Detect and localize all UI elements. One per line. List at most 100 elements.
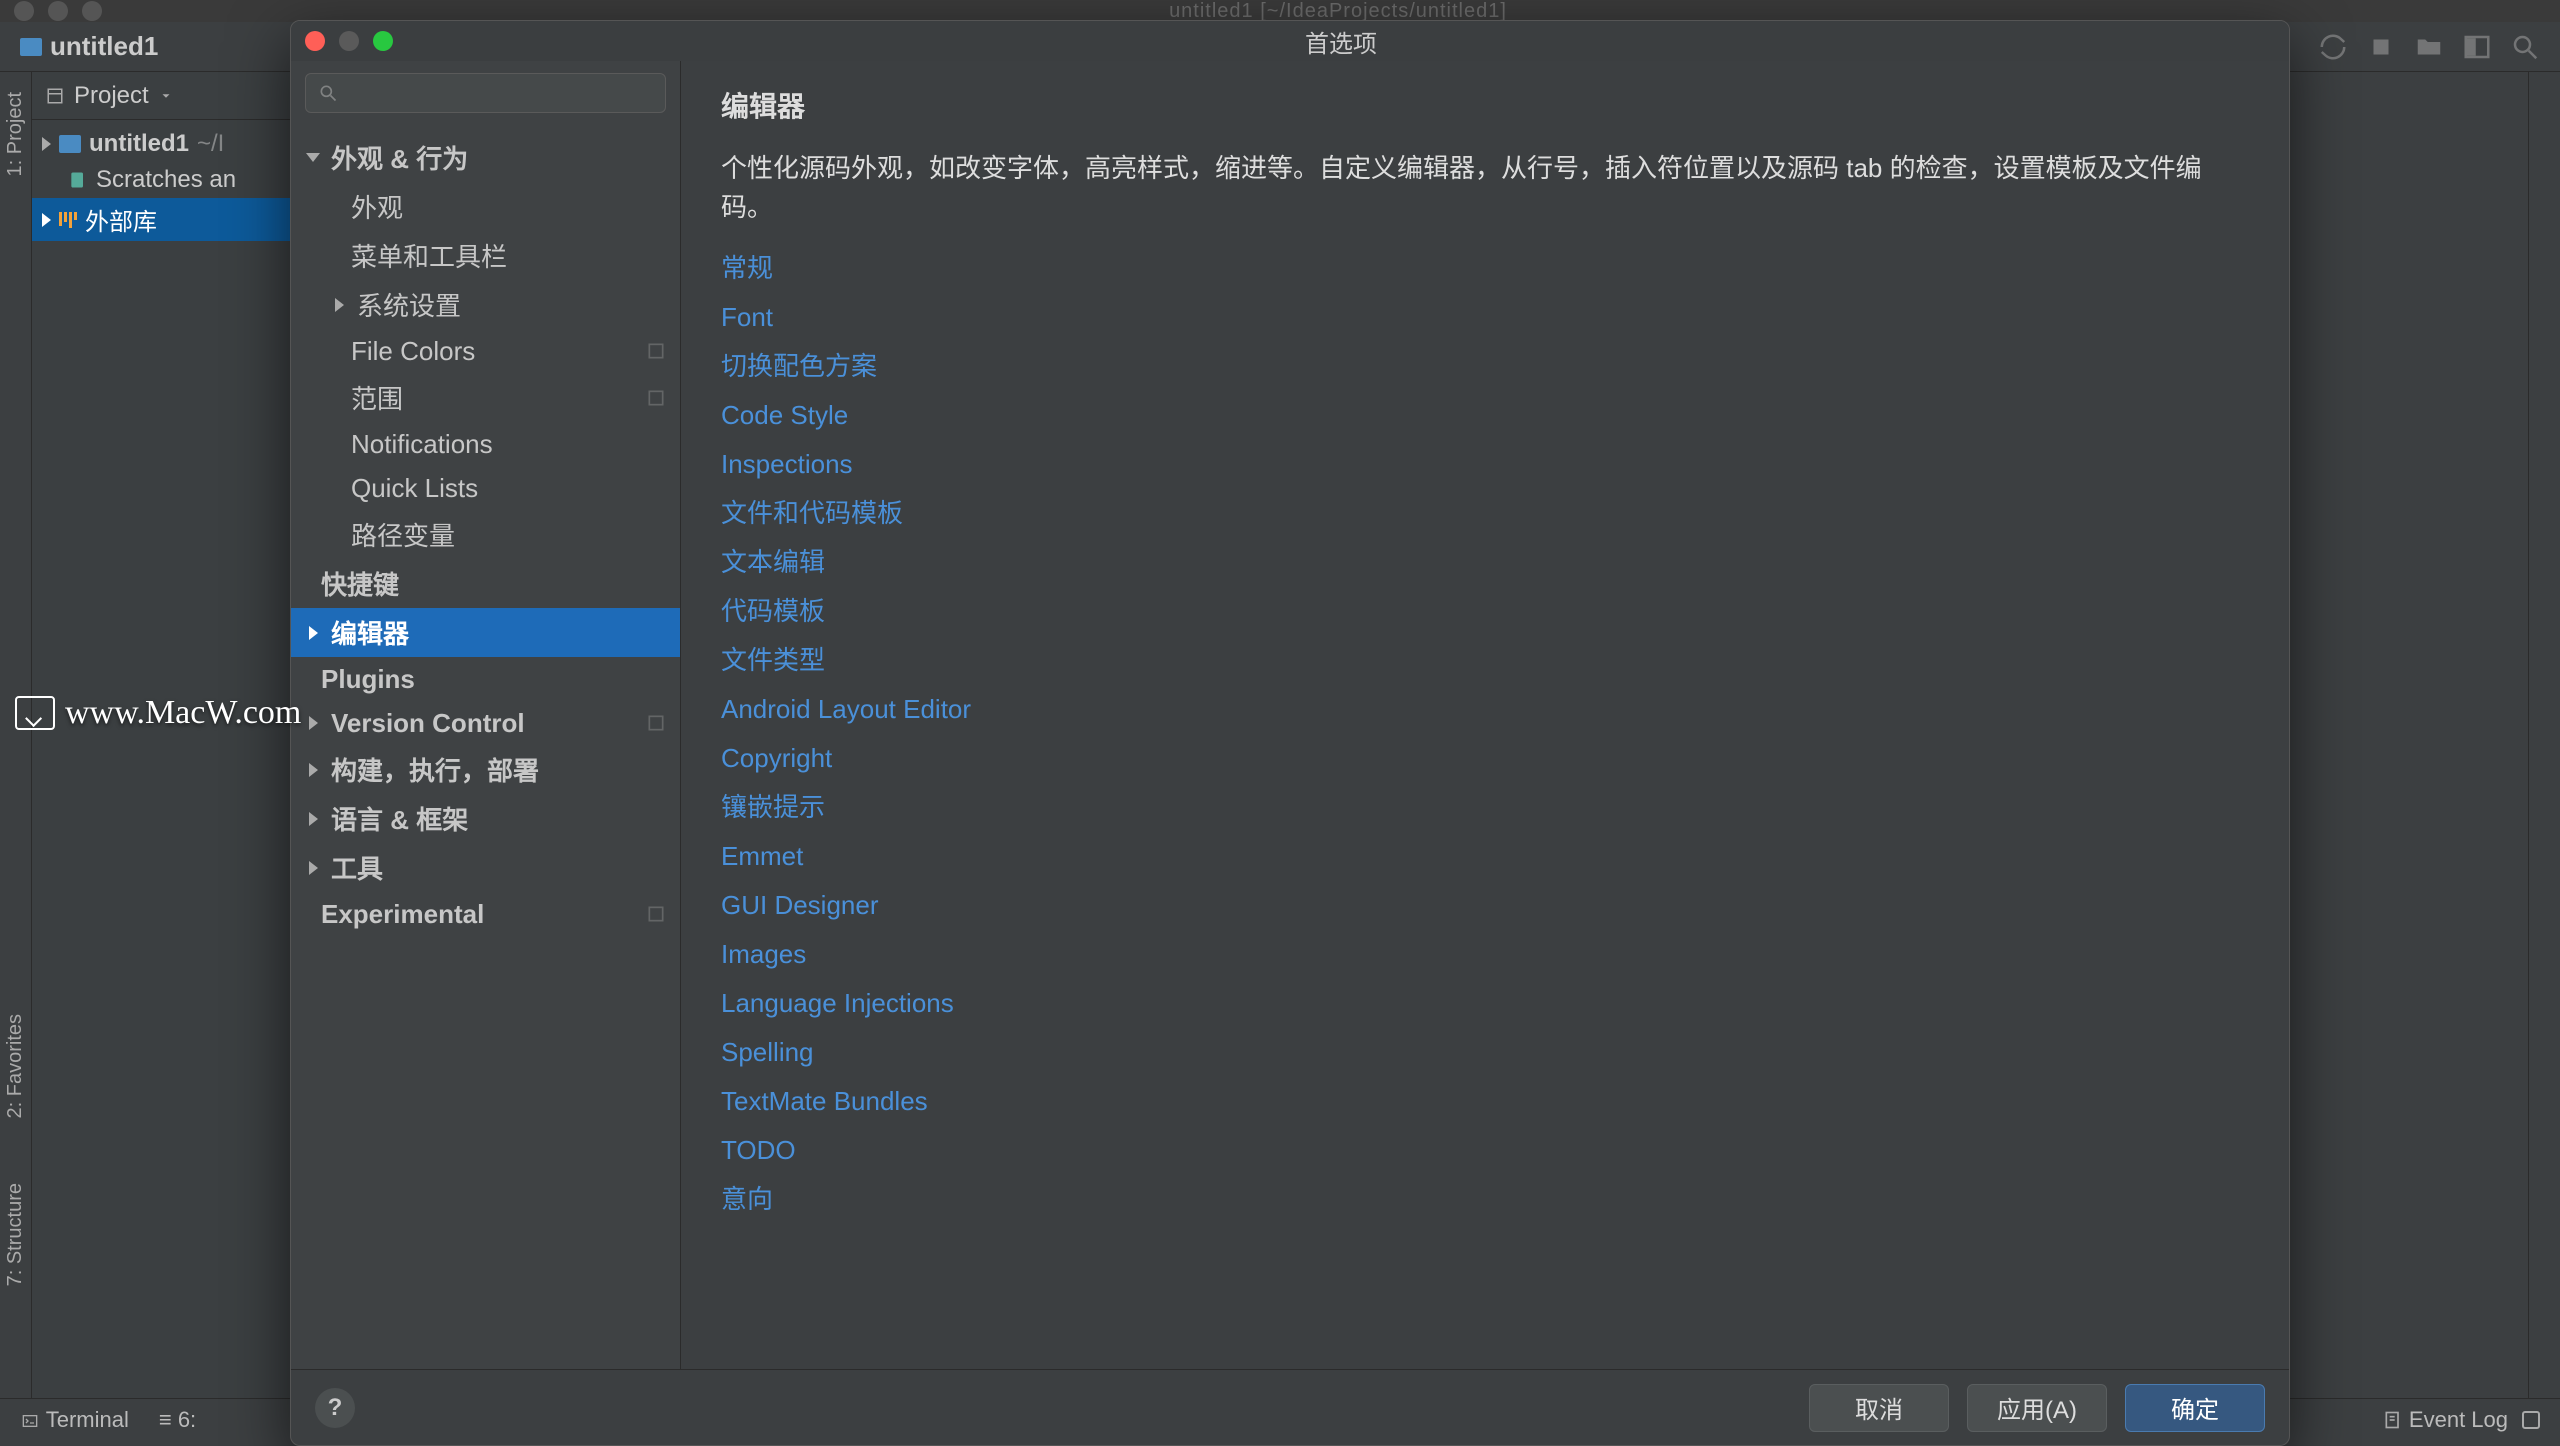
breadcrumb-text: untitled1: [50, 31, 158, 62]
folder-open-icon[interactable]: [2414, 32, 2444, 62]
dialog-titlebar: 首选项: [291, 21, 2289, 61]
dialog-title: 首选项: [407, 24, 2275, 59]
tree-scopes[interactable]: 范围: [291, 373, 680, 422]
link-item[interactable]: Font: [721, 298, 2249, 337]
tree-keymap[interactable]: 快捷键: [291, 559, 680, 608]
link-item[interactable]: 常规: [721, 249, 2249, 288]
project-badge-icon: [646, 341, 666, 361]
tree-scratches-label: Scratches an: [96, 166, 236, 194]
help-button[interactable]: ?: [315, 1388, 355, 1428]
tree-scratches[interactable]: Scratches an: [32, 162, 291, 198]
settings-tree-panel: 外观 & 行为 外观 菜单和工具栏 系统设置 File Colors 范围 No…: [291, 61, 681, 1369]
project-tree: untitled1 ~/I Scratches an 外部库: [32, 120, 291, 247]
tree-external-libs[interactable]: 外部库: [32, 198, 291, 241]
terminal-icon: [20, 1413, 40, 1429]
project-label: Project: [74, 82, 149, 110]
link-item[interactable]: 文件和代码模板: [721, 494, 2249, 533]
left-gutter: 1: Project 2: Favorites 7: Structure: [0, 72, 32, 1398]
apply-button[interactable]: 应用(A): [1967, 1384, 2107, 1432]
folder-icon: [59, 135, 81, 153]
tree-path-variables[interactable]: 路径变量: [291, 510, 680, 559]
page-title: 编辑器: [721, 85, 2249, 125]
settings-tree: 外观 & 行为 外观 菜单和工具栏 系统设置 File Colors 范围 No…: [291, 125, 680, 1369]
project-badge-icon: [646, 388, 666, 408]
event-log-icon: [2383, 1410, 2403, 1430]
minimize-icon[interactable]: [48, 1, 68, 21]
tree-menus-toolbars[interactable]: 菜单和工具栏: [291, 231, 680, 280]
scratch-icon: [68, 170, 88, 190]
tree-appearance[interactable]: 外观: [291, 182, 680, 231]
project-badge-icon: [646, 904, 666, 924]
tree-system-settings[interactable]: 系统设置: [291, 280, 680, 329]
minimize-icon: [339, 31, 359, 51]
link-item[interactable]: TODO: [721, 1131, 2249, 1170]
tree-languages[interactable]: 语言 & 框架: [291, 794, 680, 843]
right-gutter: [2528, 72, 2560, 1398]
tree-root-path: ~/I: [197, 130, 224, 158]
ide-titlebar: untitled1 [~/IdeaProjects/untitled1]: [0, 0, 2560, 22]
link-item[interactable]: GUI Designer: [721, 886, 2249, 925]
link-item[interactable]: 代码模板: [721, 592, 2249, 631]
tree-file-colors[interactable]: File Colors: [291, 329, 680, 373]
search-input[interactable]: [348, 80, 653, 106]
tab-structure[interactable]: 7: Structure: [2, 1171, 29, 1298]
link-item[interactable]: Copyright: [721, 739, 2249, 778]
link-item[interactable]: Android Layout Editor: [721, 690, 2249, 729]
tree-build[interactable]: 构建，执行，部署: [291, 745, 680, 794]
stop-icon[interactable]: [2366, 32, 2396, 62]
tree-root-label: untitled1: [89, 130, 189, 158]
project-badge-icon: [646, 713, 666, 733]
link-item[interactable]: Images: [721, 935, 2249, 974]
link-item[interactable]: Language Injections: [721, 984, 2249, 1023]
link-item[interactable]: TextMate Bundles: [721, 1082, 2249, 1121]
search-icon: [318, 83, 338, 103]
link-item[interactable]: Code Style: [721, 396, 2249, 435]
chevron-right-icon: [42, 137, 51, 151]
link-item[interactable]: Spelling: [721, 1033, 2249, 1072]
tree-quick-lists[interactable]: Quick Lists: [291, 466, 680, 510]
link-item[interactable]: Emmet: [721, 837, 2249, 876]
tree-external-libs-label: 外部库: [85, 202, 157, 237]
link-item[interactable]: Inspections: [721, 445, 2249, 484]
cancel-button[interactable]: 取消: [1809, 1384, 1949, 1432]
settings-search[interactable]: [305, 73, 666, 113]
status-terminal[interactable]: Terminal: [20, 1407, 129, 1433]
status-indicator-icon[interactable]: [2522, 1411, 2540, 1429]
chevron-down-icon: [159, 89, 173, 103]
dialog-footer: ? 取消 应用(A) 确定: [291, 1369, 2289, 1445]
link-item[interactable]: 镶嵌提示: [721, 788, 2249, 827]
page-description: 个性化源码外观，如改变字体，高亮样式，缩进等。自定义编辑器，从行号，插入符位置以…: [721, 149, 2249, 227]
ok-button[interactable]: 确定: [2125, 1384, 2265, 1432]
project-panel: Project untitled1 ~/I Scratches an 外部: [32, 72, 292, 1398]
status-line[interactable]: ≡ 6:: [159, 1407, 196, 1433]
toolbar-right: [2318, 32, 2540, 62]
sync-icon[interactable]: [2318, 32, 2348, 62]
chevron-right-icon: [42, 213, 51, 227]
tree-tools[interactable]: 工具: [291, 843, 680, 892]
tree-experimental[interactable]: Experimental: [291, 892, 680, 936]
tab-favorites[interactable]: 2: Favorites: [2, 1002, 29, 1130]
folder-icon: [20, 38, 42, 56]
project-header[interactable]: Project: [32, 72, 291, 120]
preferences-dialog: 首选项 外观 & 行为 外观 菜单和工具栏 系统设置 File Colors 范…: [290, 20, 2290, 1446]
link-item[interactable]: 切换配色方案: [721, 347, 2249, 386]
maximize-icon[interactable]: [373, 31, 393, 51]
tree-root[interactable]: untitled1 ~/I: [32, 126, 291, 162]
breadcrumb[interactable]: untitled1: [20, 31, 158, 62]
project-icon: [46, 87, 64, 105]
search-icon[interactable]: [2510, 32, 2540, 62]
status-event-log[interactable]: Event Log: [2383, 1407, 2508, 1433]
tab-project[interactable]: 1: Project: [2, 80, 29, 188]
link-item[interactable]: 文本编辑: [721, 543, 2249, 582]
tree-notifications[interactable]: Notifications: [291, 422, 680, 466]
tree-appearance-behavior[interactable]: 外观 & 行为: [291, 133, 680, 182]
maximize-icon[interactable]: [82, 1, 102, 21]
layout-icon[interactable]: [2462, 32, 2492, 62]
link-item[interactable]: 文件类型: [721, 641, 2249, 680]
close-icon[interactable]: [305, 31, 325, 51]
tree-version-control[interactable]: Version Control: [291, 701, 680, 745]
close-icon[interactable]: [14, 1, 34, 21]
tree-editor[interactable]: 编辑器: [291, 608, 680, 657]
tree-plugins[interactable]: Plugins: [291, 657, 680, 701]
link-item[interactable]: 意向: [721, 1180, 2249, 1219]
